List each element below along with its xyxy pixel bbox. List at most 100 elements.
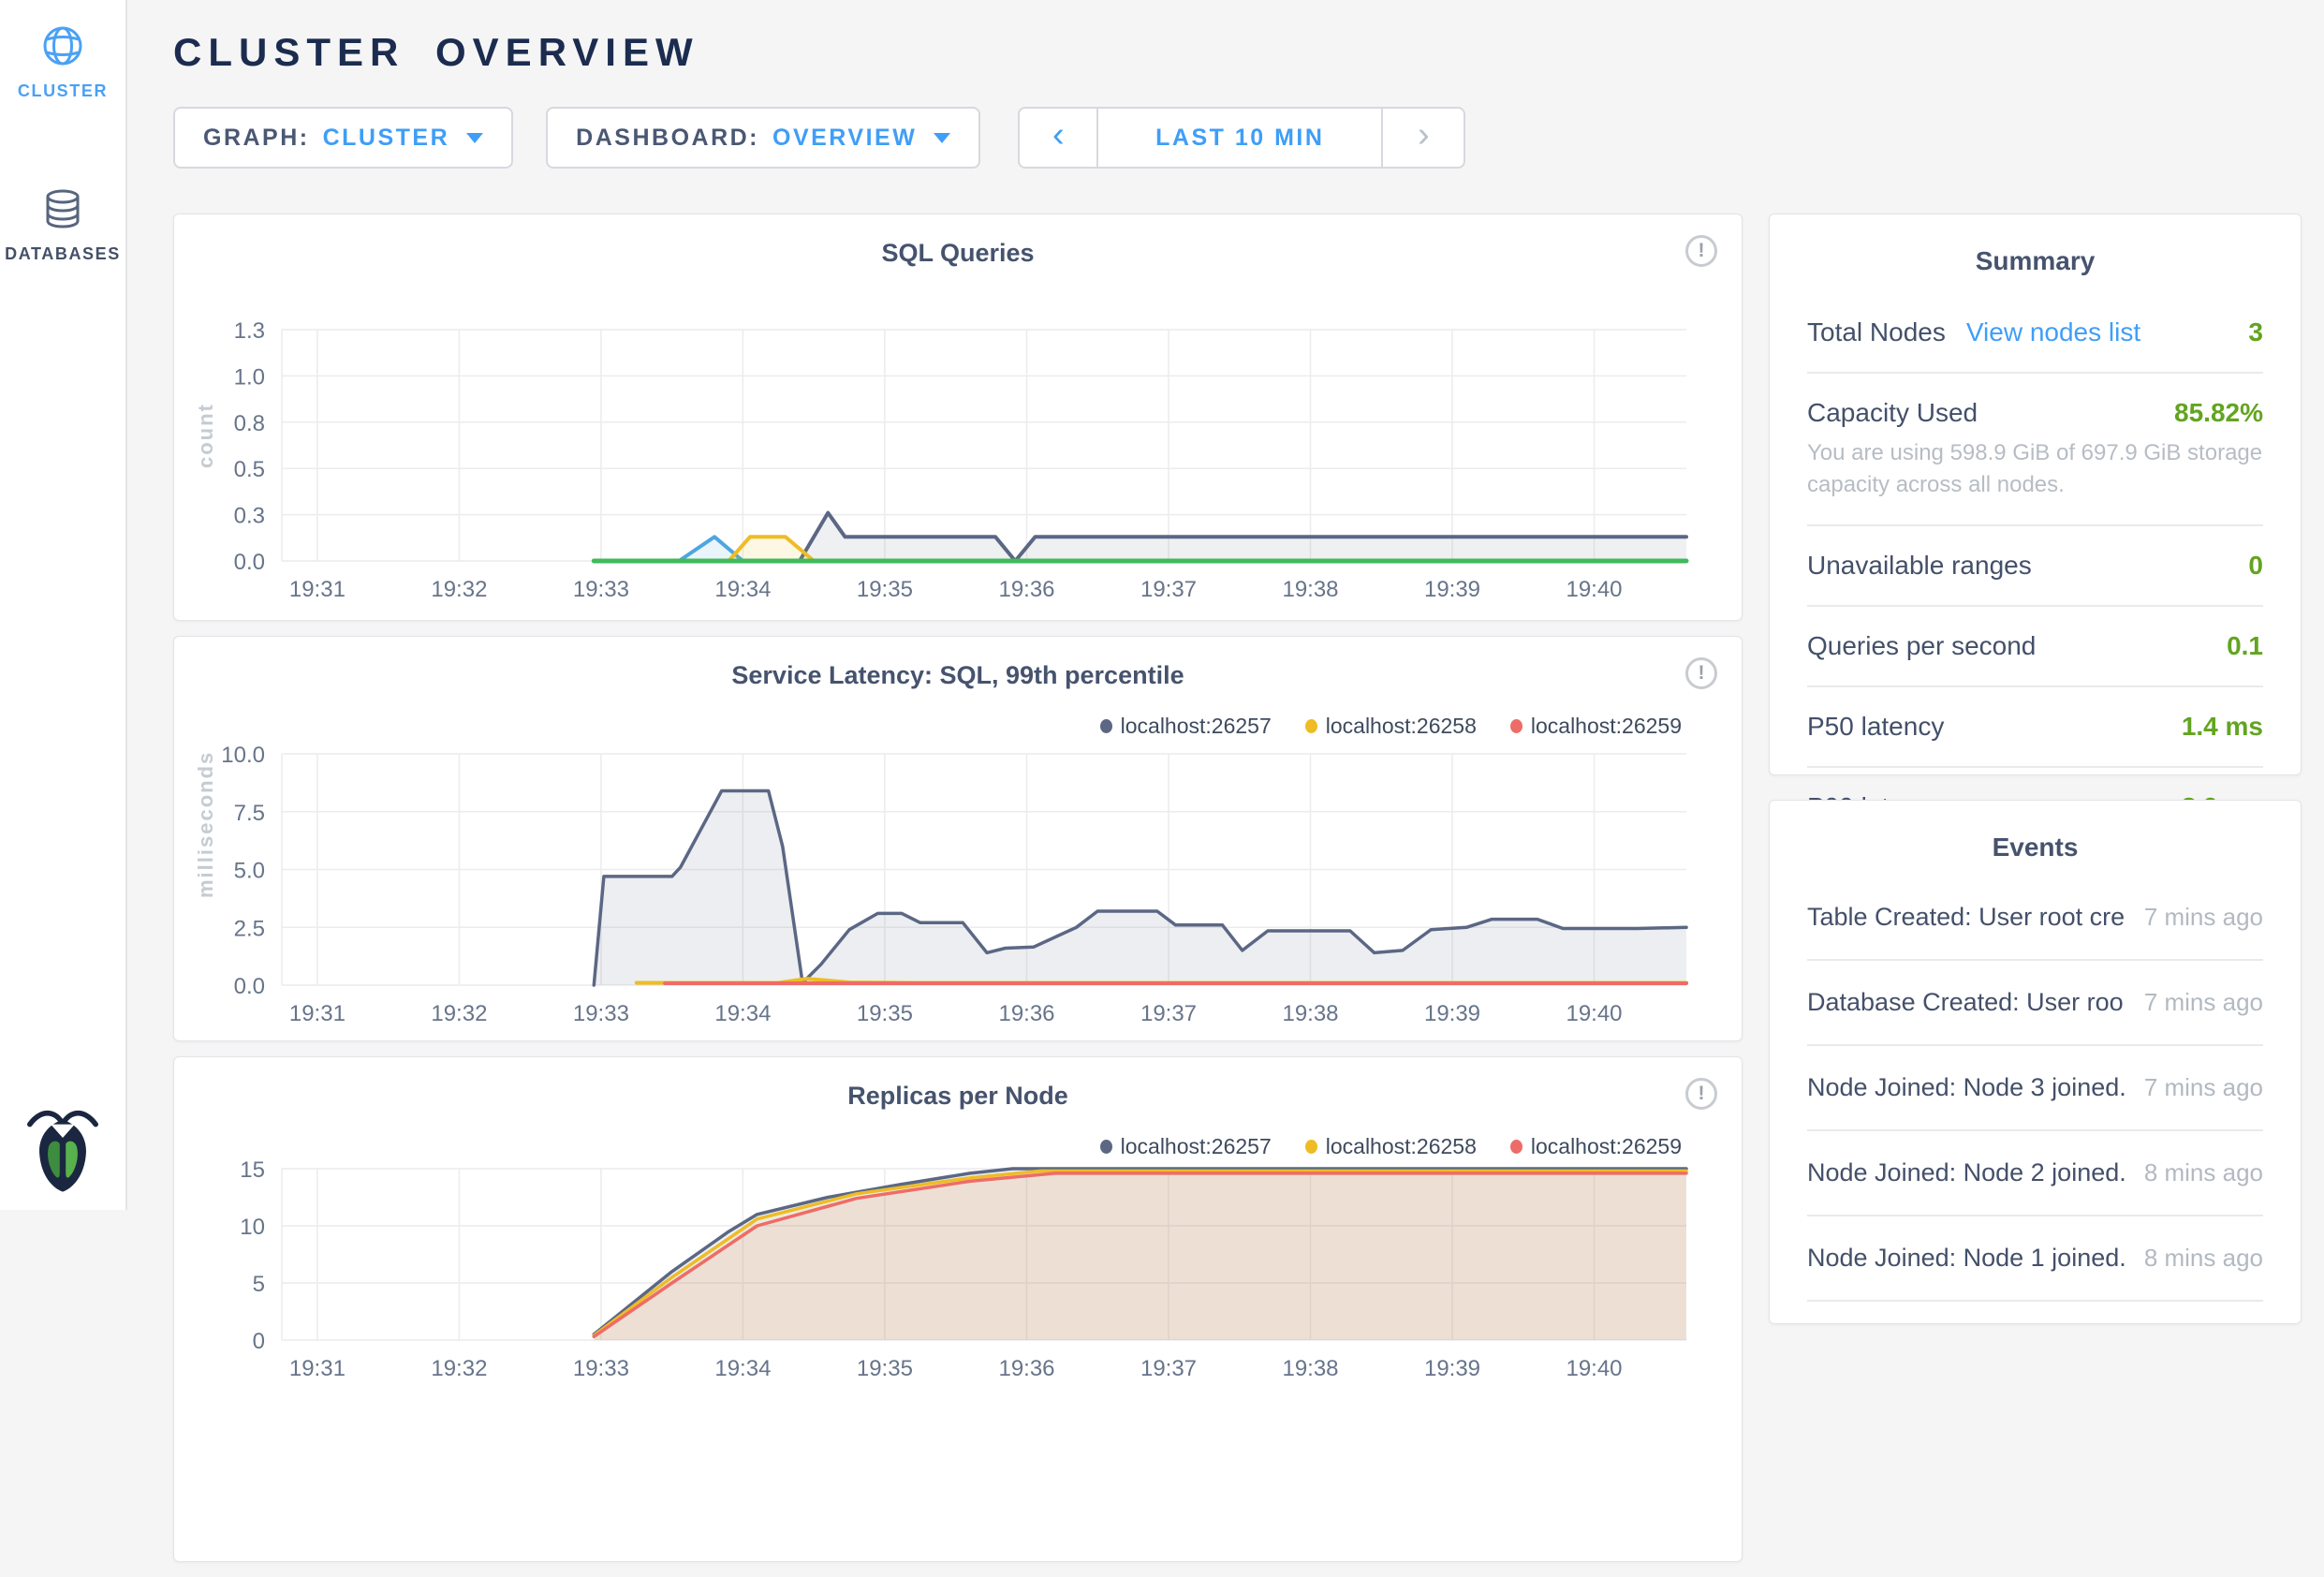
legend-label: localhost:26258 — [1326, 1134, 1477, 1159]
svg-text:5: 5 — [253, 1272, 265, 1297]
svg-text:10: 10 — [240, 1215, 265, 1240]
dashboard-dropdown-value: OVERVIEW — [772, 125, 917, 152]
events-rows: Table Created: User root cre... 7 mins ag… — [1807, 876, 2263, 1302]
capacity-subtext: You are using 598.9 GiB of 697.9 GiB sto… — [1807, 437, 2263, 500]
svg-text:19:40: 19:40 — [1566, 1356, 1622, 1381]
event-time: 8 mins ago — [2125, 1244, 2263, 1273]
event-text: Table Created: User root cre... — [1807, 903, 2125, 932]
svg-text:19:32: 19:32 — [431, 1001, 487, 1026]
event-text: Node Joined: Node 2 joined... — [1807, 1158, 2125, 1187]
summary-row: Capacity Used 85.82% You are using 598.9 G… — [1807, 374, 2263, 526]
svg-text:7.5: 7.5 — [234, 801, 265, 826]
summary-row: P50 latency1.4 ms — [1807, 687, 2263, 768]
legend-item[interactable]: localhost:26259 — [1510, 1134, 1682, 1159]
svg-text:19:40: 19:40 — [1566, 1001, 1622, 1026]
svg-text:19:37: 19:37 — [1140, 1356, 1197, 1381]
summary-row: Unavailable ranges0 — [1807, 526, 2263, 607]
svg-text:19:32: 19:32 — [431, 1356, 487, 1381]
sidebar-item-databases[interactable]: DATABASES — [5, 187, 121, 264]
summary-rows: Total NodesView nodes list3Capacity Used… — [1807, 293, 2263, 847]
svg-text:0.8: 0.8 — [234, 411, 265, 436]
summary-row-label: Capacity Used — [1807, 398, 1978, 428]
cockroach-logo-icon[interactable] — [25, 1100, 100, 1202]
svg-text:1.3: 1.3 — [234, 318, 265, 344]
y-axis-label: count — [194, 431, 218, 468]
service-latency-plot: 19:3119:3219:3319:3419:3519:3619:3719:38… — [282, 754, 1686, 1031]
sql-queries-card: SQL Queries ! count 19:3119:3219:3319:34… — [173, 214, 1743, 621]
summary-row-value: 3 — [2248, 317, 2263, 347]
graph-dropdown[interactable]: GRAPH: CLUSTER — [173, 107, 513, 169]
database-icon — [41, 187, 84, 235]
summary-row-value: 85.82% — [2174, 398, 2263, 428]
event-text: Node Joined: Node 1 joined... — [1807, 1244, 2125, 1273]
event-row: Node Joined: Node 1 joined...8 mins ago — [1807, 1216, 2263, 1302]
svg-text:0.5: 0.5 — [234, 457, 265, 482]
info-icon[interactable]: ! — [1685, 1078, 1717, 1110]
svg-text:19:38: 19:38 — [1282, 577, 1338, 602]
legend-item[interactable]: localhost:26257 — [1100, 1134, 1272, 1159]
svg-text:19:34: 19:34 — [714, 1356, 771, 1381]
view-nodes-list-link[interactable]: View nodes list — [1966, 317, 2140, 347]
service-latency-card: Service Latency: SQL, 99th percentile ! … — [173, 636, 1743, 1041]
svg-text:19:32: 19:32 — [431, 577, 487, 602]
svg-text:0.0: 0.0 — [234, 550, 265, 575]
legend-dot-icon — [1510, 719, 1522, 733]
dashboard-dropdown[interactable]: DASHBOARD: OVERVIEW — [546, 107, 980, 169]
svg-text:1.0: 1.0 — [234, 364, 265, 390]
summary-row: Total NodesView nodes list3 — [1807, 293, 2263, 374]
svg-text:5.0: 5.0 — [234, 859, 265, 884]
legend-dot-icon — [1100, 719, 1112, 733]
event-time: 7 mins ago — [2125, 988, 2263, 1017]
legend-dot-icon — [1305, 719, 1317, 733]
svg-text:19:39: 19:39 — [1424, 1001, 1480, 1026]
y-axis-label: milliseconds — [194, 861, 218, 898]
svg-text:19:36: 19:36 — [998, 1356, 1054, 1381]
summary-title: Summary — [1807, 214, 2263, 276]
svg-text:19:38: 19:38 — [1282, 1001, 1338, 1026]
sidebar-item-cluster[interactable]: CLUSTER — [18, 24, 108, 101]
summary-row-label: P50 latency — [1807, 712, 1944, 742]
summary-row-value: 0 — [2248, 551, 2263, 581]
svg-text:19:39: 19:39 — [1424, 1356, 1480, 1381]
chevron-down-icon — [934, 133, 950, 143]
time-next-button[interactable]: › — [1381, 109, 1464, 167]
info-icon[interactable]: ! — [1685, 657, 1717, 689]
event-text: Node Joined: Node 3 joined... — [1807, 1073, 2125, 1102]
replicas-per-node-card: Replicas per Node ! localhost:26257 local… — [173, 1056, 1743, 1562]
summary-row-value: 0.1 — [2227, 631, 2263, 661]
time-range-button[interactable]: LAST 10 MIN — [1098, 109, 1381, 167]
page-title: CLUSTER OVERVIEW — [173, 30, 2302, 75]
legend-dot-icon — [1100, 1140, 1112, 1154]
legend-item[interactable]: localhost:26259 — [1510, 714, 1682, 739]
chart-title: SQL Queries — [174, 214, 1742, 268]
legend-label: localhost:26259 — [1531, 1134, 1682, 1159]
time-prev-button[interactable]: ‹ — [1020, 109, 1098, 167]
info-icon[interactable]: ! — [1685, 235, 1717, 267]
event-time: 7 mins ago — [2125, 1073, 2263, 1102]
svg-text:19:35: 19:35 — [857, 1001, 913, 1026]
svg-text:10.0: 10.0 — [221, 743, 265, 768]
svg-text:19:31: 19:31 — [289, 577, 346, 602]
legend-item[interactable]: localhost:26258 — [1305, 714, 1477, 739]
svg-text:19:33: 19:33 — [573, 577, 629, 602]
svg-text:0.0: 0.0 — [234, 974, 265, 999]
legend-dot-icon — [1510, 1140, 1522, 1154]
summary-row-label: Queries per second — [1807, 631, 2036, 661]
event-row: Database Created: User roo...7 mins ago — [1807, 961, 2263, 1046]
svg-text:19:37: 19:37 — [1140, 577, 1197, 602]
chart-title: Replicas per Node — [174, 1057, 1742, 1111]
svg-text:0.3: 0.3 — [234, 504, 265, 529]
legend-dot-icon — [1305, 1140, 1317, 1154]
svg-text:0: 0 — [253, 1329, 265, 1354]
event-row: Node Joined: Node 2 joined...8 mins ago — [1807, 1131, 2263, 1216]
svg-text:19:31: 19:31 — [289, 1356, 346, 1381]
event-time: 8 mins ago — [2125, 1158, 2263, 1187]
legend-item[interactable]: localhost:26257 — [1100, 714, 1272, 739]
event-text: Database Created: User roo... — [1807, 988, 2125, 1017]
svg-text:19:33: 19:33 — [573, 1001, 629, 1026]
sidebar-item-label: CLUSTER — [18, 81, 108, 101]
events-title: Events — [1807, 801, 2263, 862]
legend-item[interactable]: localhost:26258 — [1305, 1134, 1477, 1159]
sidebar: CLUSTER DATABASES — [0, 0, 127, 1210]
time-range-selector: ‹ LAST 10 MIN › — [1018, 107, 1465, 169]
